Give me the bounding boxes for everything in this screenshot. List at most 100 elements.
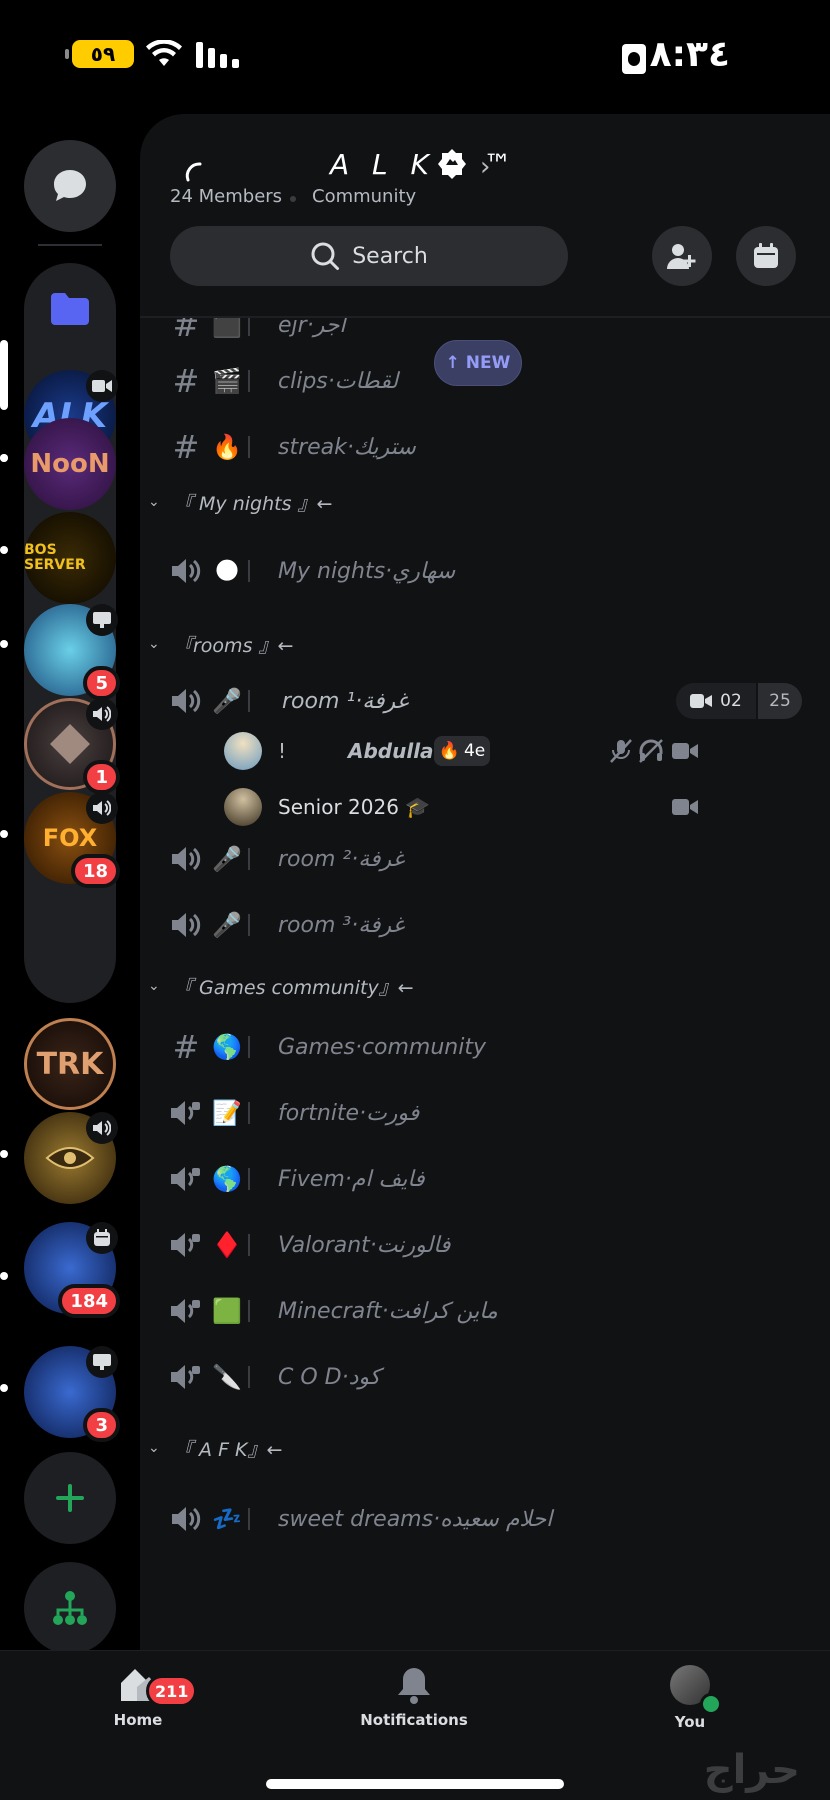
server-9[interactable]: 184 bbox=[24, 1222, 120, 1318]
voice-channel-room1[interactable]: 🎤 room ¹·غرفة 02 25 bbox=[140, 672, 830, 730]
voice-channel-fivem[interactable]: 🌎 Fivem·فايف ام bbox=[140, 1150, 830, 1208]
speaker-locked-icon bbox=[168, 1227, 204, 1263]
channel-name: sweet dreams·احلام سعيده bbox=[278, 1506, 553, 1532]
bottom-nav: 211 Home Notifications You حراج bbox=[0, 1650, 830, 1800]
server-tag: 🔥 4e bbox=[434, 736, 490, 766]
muted-mic-icon bbox=[606, 736, 636, 766]
diamond-logo-icon bbox=[50, 724, 90, 764]
discover-button[interactable] bbox=[24, 1562, 116, 1654]
unread-pill bbox=[0, 830, 8, 838]
unread-pill bbox=[0, 1272, 8, 1280]
direct-messages-button[interactable] bbox=[24, 140, 116, 232]
voice-channel-fortnite[interactable]: 📝 fortnite·فورت bbox=[140, 1084, 830, 1142]
avatar bbox=[224, 732, 262, 770]
separator-dot bbox=[290, 196, 296, 202]
server-noon-label: NooN bbox=[24, 418, 116, 510]
chevron-down-icon: ⌄ bbox=[148, 978, 160, 994]
voice-channel-minecraft[interactable]: 🟩 Minecraft·ماين كرافت bbox=[140, 1282, 830, 1340]
rail-divider bbox=[38, 244, 102, 246]
server-trk-label: TRK bbox=[24, 1018, 116, 1110]
voice-user-abdullah[interactable]: ! Abdullah 🔥 4e bbox=[140, 726, 830, 776]
hashtag-icon: # bbox=[172, 428, 200, 466]
channel-emoji: ♦️ bbox=[212, 1231, 242, 1259]
folder-icon-button[interactable] bbox=[24, 263, 116, 355]
channel-emoji: 🔪 bbox=[212, 1363, 242, 1391]
hashtag-icon: # bbox=[172, 318, 200, 344]
server-bos[interactable]: BOS SERVER bbox=[24, 512, 116, 604]
channel-emoji: ⬛ bbox=[212, 318, 242, 339]
category-games-community[interactable]: ⌄ 『 Games community』← bbox=[148, 966, 414, 1006]
voice-channel-room3[interactable]: 🎤 room ³·غرفة bbox=[140, 896, 830, 954]
status-bar: ٥٩ ٨:٣٤ bbox=[0, 0, 830, 110]
watermark-logo: حراج bbox=[703, 1747, 800, 1793]
channel-name: room ²·غرفة bbox=[278, 846, 405, 872]
server-eye[interactable] bbox=[24, 1112, 118, 1204]
calendar-icon bbox=[754, 243, 778, 268]
search-label: Search bbox=[352, 243, 428, 269]
home-indicator bbox=[266, 1779, 564, 1789]
signal-icon bbox=[196, 42, 239, 68]
user-limit: 25 bbox=[756, 683, 802, 719]
channel-streak[interactable]: # 🔥 streak·ستريك bbox=[140, 418, 830, 476]
tab-notifications[interactable]: Notifications bbox=[334, 1665, 494, 1765]
invite-button[interactable] bbox=[652, 226, 712, 286]
video-icon bbox=[86, 370, 118, 402]
divider bbox=[248, 914, 250, 936]
divider bbox=[248, 1508, 250, 1530]
channel-emoji: 🎤 bbox=[212, 845, 242, 873]
voice-channel-afk[interactable]: 💤 sweet dreams·احلام سعيده bbox=[140, 1490, 830, 1548]
voice-user-senior[interactable]: Senior 2026 🎓 bbox=[140, 782, 830, 832]
voice-channel-room2[interactable]: 🎤 room ²·غرفة bbox=[140, 830, 830, 888]
server-noon[interactable]: NooN bbox=[24, 418, 116, 510]
server-9-badge: 184 bbox=[58, 1284, 120, 1318]
channel-name: fortnite·فورت bbox=[278, 1100, 420, 1126]
channel-panel: A L K · ™ › 24 Members Community Search … bbox=[140, 114, 830, 1650]
discord-app: ٥٩ ٨:٣٤ ALK NooN BOS SERVER 5 1 FOX 18 T… bbox=[0, 0, 830, 1800]
channel-emoji: 🟩 bbox=[212, 1297, 242, 1325]
voice-channel-cod[interactable]: 🔪 C O D·كود bbox=[140, 1348, 830, 1406]
divider bbox=[248, 560, 250, 582]
unread-pill bbox=[0, 454, 8, 462]
voice-channel-my-nights[interactable]: 🌑 My nights·سهاري bbox=[140, 542, 830, 600]
events-button[interactable] bbox=[736, 226, 796, 286]
channel-name: Games·community bbox=[278, 1034, 487, 1060]
channel-name: clips·لقطات bbox=[278, 368, 399, 394]
server-trk[interactable]: TRK bbox=[24, 1018, 116, 1110]
channel-clips[interactable]: # 🎬 clips·لقطات bbox=[140, 352, 830, 410]
hashtag-icon: # bbox=[172, 362, 200, 400]
plus-icon bbox=[56, 1484, 84, 1512]
speaker-icon bbox=[168, 1501, 204, 1537]
divider bbox=[248, 1036, 250, 1058]
folder-icon bbox=[51, 293, 89, 325]
channel-emoji: 🎤 bbox=[212, 687, 242, 715]
online-status-icon bbox=[700, 1693, 722, 1715]
channel-list: # ⬛ ejr·اجر ↑ NEW # 🎬 clips·لقطات # 🔥 st… bbox=[140, 318, 830, 1650]
screen-share-icon bbox=[86, 604, 118, 636]
divider bbox=[248, 370, 250, 392]
community-label: Community bbox=[312, 186, 417, 207]
category-afk[interactable]: ⌄ 『 A F K』← bbox=[148, 1428, 282, 1468]
server-fox[interactable]: FOX 18 bbox=[24, 792, 120, 888]
chevron-right-icon[interactable]: › bbox=[480, 152, 490, 182]
channel-name: C O D·كود bbox=[278, 1364, 381, 1390]
speaker-locked-icon bbox=[168, 1161, 204, 1197]
tab-home[interactable]: 211 Home bbox=[58, 1665, 218, 1765]
user-name: Abdullah bbox=[348, 739, 448, 763]
channel-games-community[interactable]: # 🌎 Games·community bbox=[140, 1018, 830, 1076]
category-my-nights[interactable]: ⌄ 『 My nights 』← bbox=[148, 482, 332, 522]
camera-icon bbox=[670, 792, 700, 822]
divider bbox=[248, 436, 250, 458]
channel-emoji: 🌑 bbox=[214, 557, 240, 585]
chevron-down-icon: ⌄ bbox=[148, 636, 160, 652]
server-10[interactable]: 3 bbox=[24, 1346, 120, 1442]
tab-label: Home bbox=[113, 1711, 163, 1729]
server-5[interactable]: 1 bbox=[24, 698, 120, 794]
server-4[interactable]: 5 bbox=[24, 604, 120, 700]
voice-channel-valorant[interactable]: ♦️ Valorant·فالورنت bbox=[140, 1216, 830, 1274]
channel-name: ejr·اجر bbox=[278, 318, 346, 338]
add-server-button[interactable] bbox=[24, 1452, 116, 1544]
screen-share-icon bbox=[86, 1346, 118, 1378]
search-button[interactable]: Search bbox=[170, 226, 568, 286]
category-rooms[interactable]: ⌄ 『rooms 』← bbox=[148, 624, 293, 664]
speaker-locked-icon bbox=[168, 1095, 204, 1131]
